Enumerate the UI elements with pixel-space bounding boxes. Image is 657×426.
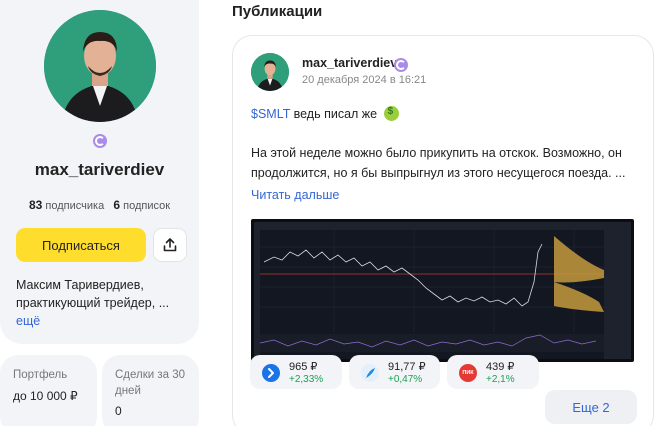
avatar[interactable] xyxy=(44,10,156,122)
pik-logo-icon: ПИК xyxy=(459,364,477,382)
quote-price: 965 ₽ xyxy=(289,361,318,373)
trades-value: 0 xyxy=(115,404,122,418)
trades-label: Сделки за 30 дней xyxy=(115,369,186,397)
subscriber-stats: 83 подписчика 6 подписок xyxy=(0,198,199,212)
portfolio-stat-card: Портфель до 10 000 ₽ xyxy=(0,355,97,426)
feather-logo-icon xyxy=(361,364,379,382)
trades-stat-card: Сделки за 30 дней 0 xyxy=(102,355,199,426)
bio-more-link[interactable]: ещё xyxy=(16,314,40,328)
person-portrait-icon xyxy=(44,10,156,122)
money-face-icon xyxy=(383,106,399,121)
post-ticker-line: $SMLT ведь писал же xyxy=(251,106,399,121)
share-icon xyxy=(163,238,177,252)
ticker-link[interactable]: $SMLT xyxy=(251,107,290,121)
post-author-avatar[interactable] xyxy=(251,53,289,91)
more-quotes-button[interactable]: Еще 2 xyxy=(545,390,637,424)
profile-bio: Максим Таривердиев, практикующий трейдер… xyxy=(16,278,170,310)
trading-chart-picture xyxy=(254,222,631,359)
post-author-name[interactable]: max_tariverdiev xyxy=(302,56,397,70)
share-button[interactable] xyxy=(153,228,187,262)
subscribe-button[interactable]: Подписаться xyxy=(16,228,146,262)
quote-chip[interactable]: 965 ₽ +2,33% xyxy=(250,355,342,389)
person-portrait-icon xyxy=(251,53,289,91)
following-label[interactable]: подписок xyxy=(123,200,170,212)
quote-change: +2,1% xyxy=(486,374,515,385)
arrow-logo-icon xyxy=(262,364,280,382)
quote-price: 91,77 ₽ xyxy=(388,361,426,373)
profile-username: max_tariverdiev xyxy=(34,160,165,179)
author-badge-icon xyxy=(394,58,408,72)
portfolio-label: Портфель xyxy=(13,369,68,381)
profile-card: max_tariverdiev 83 подписчика 6 подписок… xyxy=(0,0,199,344)
quote-price: 439 ₽ xyxy=(486,361,515,373)
quote-chip[interactable]: 91,77 ₽ +0,47% xyxy=(349,355,440,389)
followers-label[interactable]: подписчика xyxy=(45,200,104,212)
quote-change: +2,33% xyxy=(289,374,324,385)
author-badge-icon xyxy=(93,134,107,148)
post-chart-image[interactable] xyxy=(251,219,634,362)
read-more-link[interactable]: Читать дальше xyxy=(251,188,339,202)
portfolio-value: до 10 000 ₽ xyxy=(13,389,78,403)
ticker-text: ведь писал же xyxy=(293,107,378,121)
followers-count[interactable]: 83 xyxy=(29,198,42,212)
following-count[interactable]: 6 xyxy=(113,198,120,212)
quote-change: +0,47% xyxy=(388,374,423,385)
quote-chip[interactable]: ПИК 439 ₽ +2,1% xyxy=(447,355,539,389)
page-title: Публикации xyxy=(232,3,323,20)
post-body: На этой неделе можно было прикупить на о… xyxy=(251,146,626,180)
post-date: 20 декабря 2024 в 16:21 xyxy=(302,74,427,86)
